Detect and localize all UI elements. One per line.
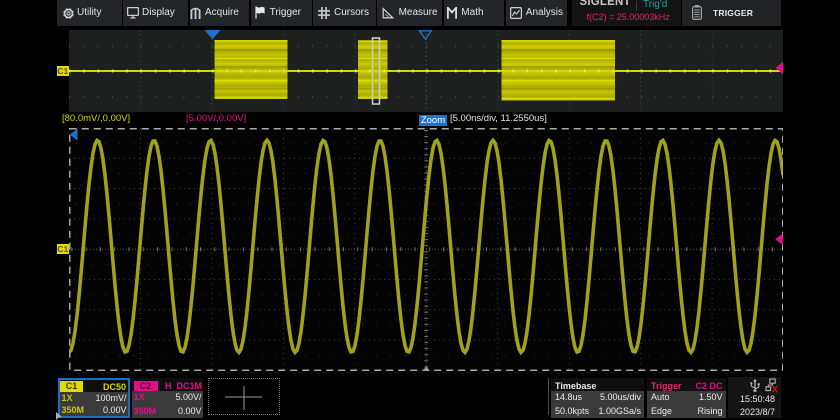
svg-text:x: x bbox=[772, 382, 779, 394]
